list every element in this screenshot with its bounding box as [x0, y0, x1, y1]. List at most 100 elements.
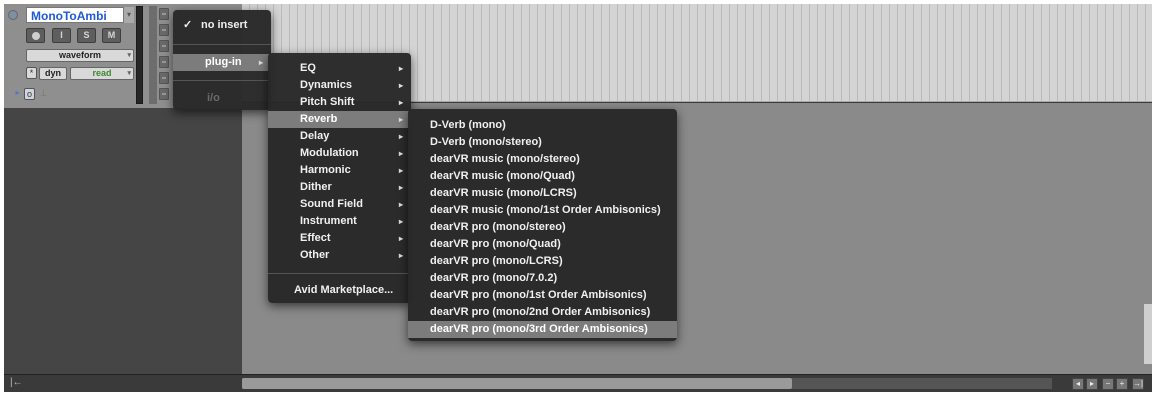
insert-slot-d[interactable]	[159, 56, 169, 68]
insert-slot-b[interactable]	[159, 24, 169, 36]
menu-item-label: Dynamics	[300, 79, 352, 91]
dyn-button[interactable]: dyn	[39, 67, 67, 80]
menu-item-label: Delay	[300, 130, 330, 142]
menu-separator	[268, 273, 411, 274]
track-view-label: waveform	[58, 50, 102, 60]
scroll-right-icon[interactable]: ▸	[1086, 378, 1098, 390]
menu-item-delay[interactable]: Delay ▸	[268, 128, 411, 145]
submenu-arrow-icon: ▸	[398, 234, 403, 243]
vertical-scrollbar[interactable]	[1144, 304, 1152, 364]
menu-item-dearvr-music-quad[interactable]: dearVR music (mono/Quad)	[408, 168, 677, 185]
menu-item-dearvr-music-1st-order[interactable]: dearVR music (mono/1st Order Ambisonics)	[408, 202, 677, 219]
plugin-category-menu: EQ ▸ Dynamics ▸ Pitch Shift ▸ Reverb ▸ Delay…	[268, 53, 411, 303]
track-view-selector[interactable]: waveform ▾	[26, 49, 134, 62]
pro-tools-window: MonoToAmbi ▾ I S M waveform ▾ * dyn read…	[4, 4, 1152, 392]
menu-item-avid-marketplace[interactable]: Avid Marketplace...	[268, 282, 411, 299]
menu-item-eq[interactable]: EQ ▸	[268, 60, 411, 77]
menu-item-dverb-mono[interactable]: D-Verb (mono)	[408, 117, 677, 134]
bottom-bar: |← ◂ ▸ − + →|	[4, 374, 1152, 392]
checkmark-icon: ✓	[183, 19, 193, 31]
submenu-arrow-icon: ▸	[398, 115, 403, 124]
menu-item-dearvr-pro-2nd-order[interactable]: dearVR pro (mono/2nd Order Ambisonics)	[408, 304, 677, 321]
insert-menu: ✓ no insert plug-in ▸ i/o	[173, 10, 271, 110]
submenu-arrow-icon: ▸	[398, 251, 403, 260]
menu-item-dearvr-pro-702[interactable]: dearVR pro (mono/7.0.2)	[408, 270, 677, 287]
menu-item-dverb-mono-stereo[interactable]: D-Verb (mono/stereo)	[408, 134, 677, 151]
menu-item-dynamics[interactable]: Dynamics ▸	[268, 77, 411, 94]
menu-item-dearvr-pro-1st-order[interactable]: dearVR pro (mono/1st Order Ambisonics)	[408, 287, 677, 304]
menu-item-sound-field[interactable]: Sound Field ▸	[268, 196, 411, 213]
go-to-end-icon[interactable]: →|	[1132, 378, 1144, 390]
horizontal-scroll-thumb[interactable]	[242, 378, 792, 389]
submenu-arrow-icon: ▸	[398, 166, 403, 175]
menu-item-label: Reverb	[300, 113, 338, 125]
menu-item-label: Instrument	[300, 215, 357, 227]
mute-button[interactable]: M	[102, 28, 121, 43]
track-name-field[interactable]: MonoToAmbi	[26, 7, 124, 23]
menu-item-reverb[interactable]: Reverb ▸	[268, 111, 411, 128]
menu-item-dearvr-music-stereo[interactable]: dearVR music (mono/stereo)	[408, 151, 677, 168]
menu-item-dearvr-pro-stereo[interactable]: dearVR pro (mono/stereo)	[408, 219, 677, 236]
automation-dropdown-icon: ▾	[127, 70, 131, 77]
menu-item-label: Sound Field	[300, 198, 363, 210]
solo-button[interactable]: S	[77, 28, 96, 43]
submenu-arrow-icon: ▸	[398, 149, 403, 158]
expand-track-icon[interactable]: ▸	[12, 88, 23, 100]
menu-item-label: Pitch Shift	[300, 96, 355, 108]
submenu-arrow-icon: ▸	[398, 217, 403, 226]
zoom-in-icon[interactable]: +	[1116, 378, 1128, 390]
submenu-arrow-icon: ▸	[398, 64, 403, 73]
menu-item-modulation[interactable]: Modulation ▸	[268, 145, 411, 162]
menu-item-label: plug-in	[205, 56, 242, 68]
menu-item-io: i/o	[173, 90, 271, 107]
menu-item-dearvr-pro-lcrs[interactable]: dearVR pro (mono/LCRS)	[408, 253, 677, 270]
menu-item-pitch-shift[interactable]: Pitch Shift ▸	[268, 94, 411, 111]
submenu-arrow-icon: ▸	[258, 58, 263, 67]
submenu-arrow-icon: ▸	[398, 132, 403, 141]
menu-item-label: Modulation	[300, 147, 359, 159]
timebase-icon[interactable]: ⊥	[38, 88, 49, 100]
menu-item-label: Dither	[300, 181, 332, 193]
menu-item-label: Harmonic	[300, 164, 351, 176]
menu-item-label: EQ	[300, 62, 316, 74]
menu-item-other[interactable]: Other ▸	[268, 247, 411, 264]
menu-item-instrument[interactable]: Instrument ▸	[268, 213, 411, 230]
automation-mode-selector[interactable]: read ▾	[70, 67, 134, 80]
horizontal-scrollbar[interactable]	[242, 378, 1052, 389]
menu-item-dearvr-pro-3rd-order[interactable]: dearVR pro (mono/3rd Order Ambisonics)	[408, 321, 677, 338]
menu-separator	[173, 44, 271, 45]
menu-item-label: Other	[300, 249, 330, 261]
playlist-icon[interactable]: o	[24, 88, 35, 100]
menu-item-label: no insert	[201, 19, 248, 31]
input-monitor-button[interactable]: I	[52, 28, 71, 43]
submenu-arrow-icon: ▸	[398, 98, 403, 107]
empty-track-area	[4, 108, 242, 374]
menu-item-plug-in[interactable]: plug-in ▸	[173, 54, 271, 71]
scroll-left-icon[interactable]: ◂	[1072, 378, 1084, 390]
insert-slot-f[interactable]	[159, 88, 169, 100]
menu-item-dither[interactable]: Dither ▸	[268, 179, 411, 196]
menu-item-label: Avid Marketplace...	[294, 284, 394, 296]
view-dropdown-icon: ▾	[127, 52, 131, 59]
zoom-out-icon[interactable]: −	[1102, 378, 1114, 390]
menu-item-harmonic[interactable]: Harmonic ▸	[268, 162, 411, 179]
insert-slot-a[interactable]	[159, 8, 169, 20]
level-meter-strip	[149, 6, 157, 104]
automation-star-icon[interactable]: *	[26, 67, 37, 79]
menu-item-dearvr-pro-quad[interactable]: dearVR pro (mono/Quad)	[408, 236, 677, 253]
menu-item-effect[interactable]: Effect ▸	[268, 230, 411, 247]
submenu-arrow-icon: ▸	[398, 81, 403, 90]
track-close-icon[interactable]	[8, 10, 18, 20]
level-meter-left	[136, 6, 143, 104]
reverb-plugin-menu: D-Verb (mono) D-Verb (mono/stereo) dearV…	[408, 109, 677, 341]
record-enable-button[interactable]	[26, 28, 45, 43]
track-name-dropdown-icon[interactable]: ▾	[124, 7, 134, 23]
insert-slot-c[interactable]	[159, 40, 169, 52]
menu-item-label: i/o	[207, 92, 220, 104]
menu-item-dearvr-music-lcrs[interactable]: dearVR music (mono/LCRS)	[408, 185, 677, 202]
show-hide-tracklist-icon[interactable]: |←	[10, 377, 23, 388]
menu-separator	[173, 80, 271, 81]
insert-slot-e[interactable]	[159, 72, 169, 84]
submenu-arrow-icon: ▸	[398, 200, 403, 209]
menu-item-no-insert[interactable]: ✓ no insert	[173, 17, 271, 34]
